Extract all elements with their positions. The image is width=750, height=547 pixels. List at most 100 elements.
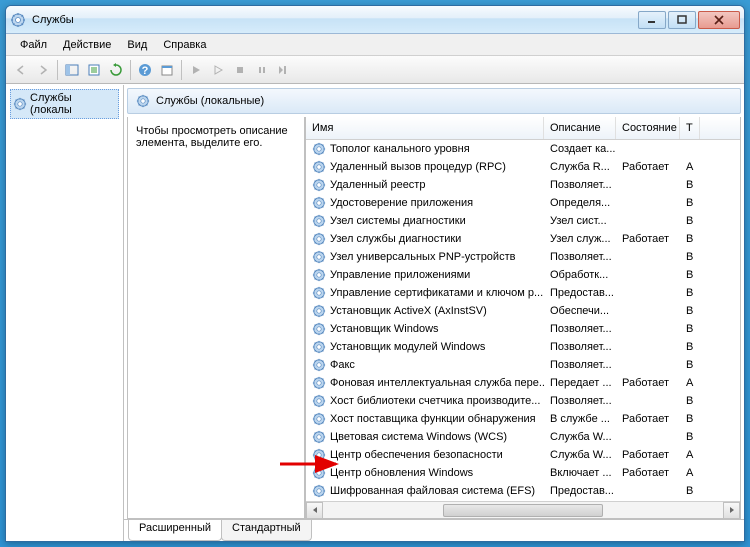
stop-service-button[interactable] (229, 59, 251, 81)
svg-text:?: ? (142, 65, 149, 77)
service-row[interactable]: Хост поставщика функции обнаруженияВ слу… (306, 410, 740, 428)
service-row[interactable]: Установщик модулей WindowsПозволяет...В (306, 338, 740, 356)
forward-button[interactable] (32, 59, 54, 81)
start-service-button-2[interactable] (207, 59, 229, 81)
service-icon (312, 340, 326, 354)
restart-service-button[interactable] (273, 59, 295, 81)
service-state (616, 292, 680, 294)
col-type[interactable]: Т (680, 117, 700, 139)
refresh-button[interactable] (105, 59, 127, 81)
service-desc: Позволяет... (544, 178, 616, 192)
service-row[interactable]: Центр обеспечения безопасности Служба W..… (306, 446, 740, 464)
menu-file[interactable]: Файл (12, 36, 55, 54)
menu-help[interactable]: Справка (155, 36, 214, 54)
service-row[interactable]: Установщик ActiveX (AxInstSV)Обеспечи...… (306, 302, 740, 320)
tab-extended[interactable]: Расширенный (128, 520, 222, 541)
service-name: Узел универсальных PNP-устройств (330, 251, 515, 263)
service-desc: Позволяет... (544, 322, 616, 336)
tab-standard[interactable]: Стандартный (221, 520, 312, 541)
service-type: В (680, 484, 700, 498)
service-name: Тополог канального уровня (330, 143, 470, 155)
service-name: Установщик Windows (330, 323, 439, 335)
service-type: В (680, 358, 700, 372)
start-service-button[interactable] (185, 59, 207, 81)
service-row[interactable]: Шифрованная файловая система (EFS)Предос… (306, 482, 740, 500)
col-desc[interactable]: Описание (544, 117, 616, 139)
horizontal-scrollbar[interactable] (306, 501, 740, 518)
service-row[interactable]: Удостоверение приложенияОпределя...В (306, 194, 740, 212)
service-state (616, 364, 680, 366)
service-desc: Включает ... (544, 466, 616, 480)
service-row[interactable]: ФаксПозволяет...В (306, 356, 740, 374)
close-button[interactable] (698, 11, 740, 29)
scroll-track[interactable] (323, 502, 723, 519)
service-desc: Служба R... (544, 160, 616, 174)
export-list-button[interactable] (83, 59, 105, 81)
service-state: Работает (616, 232, 680, 246)
main-pane: Службы (локальные) Чтобы просмотреть опи… (124, 85, 744, 541)
service-row[interactable]: Установщик Windows Позволяет... В (306, 320, 740, 338)
service-icon (312, 232, 326, 246)
service-row[interactable]: Удаленный реестрПозволяет...В (306, 176, 740, 194)
service-state (616, 436, 680, 438)
service-state (616, 184, 680, 186)
service-row[interactable]: Удаленный вызов процедур (RPC)Служба R..… (306, 158, 740, 176)
service-name: Удаленный реестр (330, 179, 425, 191)
service-desc: Передает ... (544, 376, 616, 390)
service-type: В (680, 232, 700, 246)
properties-button[interactable] (156, 59, 178, 81)
service-icon (312, 358, 326, 372)
service-row[interactable]: Хост библиотеки счетчика производите...П… (306, 392, 740, 410)
minimize-button[interactable] (638, 11, 666, 29)
service-icon (312, 448, 326, 462)
maximize-button[interactable] (668, 11, 696, 29)
col-name[interactable]: Имя (306, 117, 544, 139)
service-row[interactable]: Узел службы диагностикиУзел служ...Работ… (306, 230, 740, 248)
service-row[interactable]: Фоновая интеллектуальная служба пере...П… (306, 374, 740, 392)
service-icon (312, 214, 326, 228)
service-type: В (680, 322, 700, 336)
service-name: Центр обеспечения безопасности (330, 449, 503, 461)
service-row[interactable]: Управление сертификатами и ключом р...Пр… (306, 284, 740, 302)
titlebar[interactable]: Службы (6, 6, 744, 34)
help-button[interactable]: ? (134, 59, 156, 81)
service-state (616, 490, 680, 492)
menu-action[interactable]: Действие (55, 36, 119, 54)
service-desc: Создает ка... (544, 142, 616, 156)
show-hide-tree-button[interactable] (61, 59, 83, 81)
service-row[interactable]: Тополог канального уровня Создает ка... (306, 140, 740, 158)
service-desc: Предостав... (544, 286, 616, 300)
tree-root-services[interactable]: Службы (локалы (10, 89, 119, 119)
list-header: Имя Описание Состояние Т (306, 117, 740, 140)
service-desc: Позволяет... (544, 250, 616, 264)
service-row[interactable]: Узел универсальных PNP-устройств Позволяе… (306, 248, 740, 266)
service-type: В (680, 286, 700, 300)
service-icon (312, 394, 326, 408)
service-desc: Служба W... (544, 448, 616, 462)
menu-view[interactable]: Вид (119, 36, 155, 54)
service-name: Факс (330, 359, 355, 371)
service-name: Управление сертификатами и ключом р... (330, 287, 543, 299)
service-name: Удостоверение приложения (330, 197, 473, 209)
sidebar: Службы (локалы (6, 85, 124, 541)
service-desc: Определя... (544, 196, 616, 210)
services-window: Службы Файл Действие Вид Справка ? (5, 5, 745, 542)
pause-service-button[interactable] (251, 59, 273, 81)
service-row[interactable]: Узел системы диагностикиУзел сист...В (306, 212, 740, 230)
service-type: А (680, 466, 700, 480)
scroll-thumb[interactable] (443, 504, 603, 517)
service-icon (312, 160, 326, 174)
service-row[interactable]: Центр обновления WindowsВключает ...Рабо… (306, 464, 740, 482)
service-row[interactable]: Управление приложениямиОбработк...В (306, 266, 740, 284)
toolbar: ? (6, 56, 744, 84)
list-body[interactable]: Тополог канального уровня Создает ка... Уд… (306, 140, 740, 501)
service-state: Работает (616, 466, 680, 480)
view-tabs: Расширенный Стандартный (124, 519, 744, 541)
scroll-right-button[interactable] (723, 502, 740, 519)
window-title: Службы (32, 14, 638, 26)
service-icon (312, 250, 326, 264)
back-button[interactable] (10, 59, 32, 81)
service-row[interactable]: Цветовая система Windows (WCS)Служба W..… (306, 428, 740, 446)
col-state[interactable]: Состояние (616, 117, 680, 139)
scroll-left-button[interactable] (306, 502, 323, 519)
